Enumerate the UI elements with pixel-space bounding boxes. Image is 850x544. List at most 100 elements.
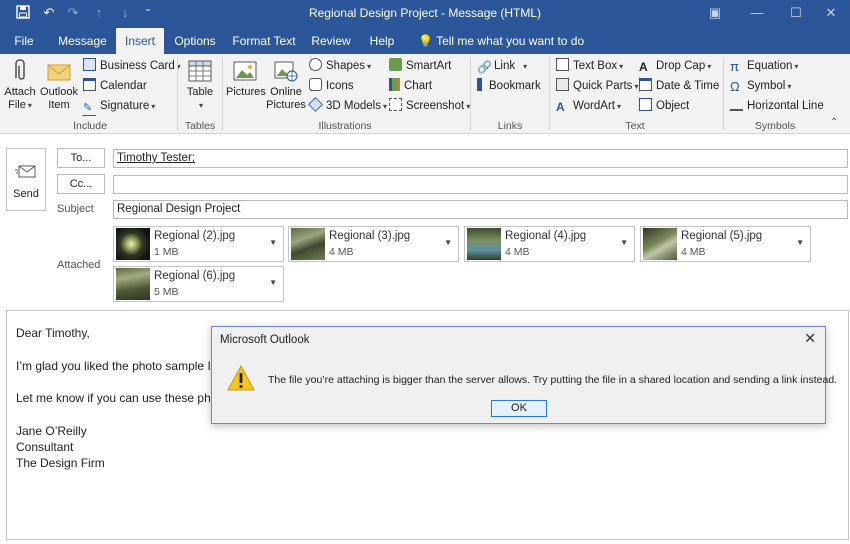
- date-time-button[interactable]: Date & Time: [639, 77, 719, 95]
- smartart-button[interactable]: SmartArt: [389, 57, 451, 75]
- ribbon-divider: [723, 58, 724, 130]
- business-card-button[interactable]: Business Card ▾: [83, 57, 181, 75]
- attach-file-button[interactable]: Attach File ▾: [3, 58, 37, 112]
- attachment-item[interactable]: Regional (3).jpg 4 MB ▼: [288, 226, 459, 262]
- quick-parts-icon: [556, 78, 569, 91]
- tab-help[interactable]: Help: [364, 28, 400, 54]
- paperclip-icon: [15, 59, 25, 80]
- tab-insert[interactable]: Insert: [116, 28, 164, 54]
- online-pictures-icon: [274, 61, 298, 82]
- text-box-button[interactable]: Text Box ▾: [556, 57, 623, 75]
- restore-ribbon-icon[interactable]: ▣: [692, 0, 738, 28]
- lightbulb-icon: 💡: [418, 34, 433, 48]
- chevron-down-icon[interactable]: ▼: [620, 238, 628, 247]
- tab-options[interactable]: Options: [170, 28, 220, 54]
- tell-me-text: Tell me what you want to do: [436, 34, 585, 48]
- image-thumbnail: [116, 228, 150, 260]
- calendar-icon: [83, 78, 96, 91]
- attachment-item[interactable]: Regional (5).jpg 4 MB ▼: [640, 226, 811, 262]
- shapes-icon: [309, 58, 322, 71]
- title-bar: ↶ ↷ ↑ ↓ ⁼ Regional Design Project - Mess…: [0, 0, 850, 28]
- attachment-item[interactable]: Regional (2).jpg 1 MB ▼: [113, 226, 284, 262]
- collapse-ribbon-icon[interactable]: ⌃: [830, 117, 838, 128]
- ribbon-tabs: File Message Insert Options Format Text …: [0, 28, 850, 54]
- calendar-button[interactable]: Calendar: [83, 77, 147, 95]
- 3d-models-button[interactable]: 3D Models ▾: [308, 97, 387, 115]
- wordart-icon: A: [556, 100, 565, 114]
- body-line: Jane O’Reilly: [16, 424, 87, 438]
- to-field[interactable]: Timothy Tester;: [113, 149, 848, 168]
- ribbon-divider: [222, 58, 223, 130]
- drop-cap-button[interactable]: A Drop Cap ▾: [639, 57, 711, 75]
- link-button[interactable]: 🔗 Link ▾: [477, 57, 527, 75]
- outlook-item-button[interactable]: Outlook Item: [39, 58, 79, 112]
- close-window-button[interactable]: ✕: [808, 0, 850, 28]
- business-card-icon: [83, 58, 96, 71]
- symbol-button[interactable]: Ω Symbol ▾: [730, 77, 791, 95]
- to-button[interactable]: To...: [57, 148, 105, 168]
- tab-file[interactable]: File: [8, 28, 40, 54]
- pictures-icon: [233, 61, 257, 81]
- ribbon-divider: [470, 58, 471, 130]
- send-envelope-icon: [15, 165, 36, 178]
- object-icon: [639, 98, 652, 111]
- signature-button[interactable]: ✎ Signature ▾: [83, 97, 155, 116]
- signature-pen-icon: ✎: [83, 103, 96, 116]
- object-button[interactable]: Object: [639, 97, 689, 115]
- outlook-message-window: ↶ ↷ ↑ ↓ ⁼ Regional Design Project - Mess…: [0, 0, 850, 544]
- close-icon[interactable]: ✕: [804, 330, 816, 347]
- screenshot-icon: [389, 98, 402, 111]
- pictures-button[interactable]: Pictures: [226, 58, 266, 99]
- horizontal-line-button[interactable]: Horizontal Line: [730, 97, 824, 115]
- group-label-tables: Tables: [184, 120, 216, 132]
- equation-button[interactable]: π Equation ▾: [730, 57, 798, 75]
- tab-format-text[interactable]: Format Text: [229, 28, 299, 54]
- icons-icon: [309, 78, 322, 91]
- cube-icon: [308, 97, 323, 112]
- chevron-down-icon[interactable]: ▼: [444, 238, 452, 247]
- shapes-button[interactable]: Shapes ▾: [309, 57, 371, 75]
- body-line: I’m glad you liked the photo sample I s: [16, 359, 221, 373]
- attachment-item[interactable]: Regional (6).jpg 5 MB ▼: [113, 266, 284, 302]
- ribbon: Attach File ▾ Outlook Item Business Card ▾…: [0, 54, 850, 134]
- chart-button[interactable]: Chart: [389, 77, 432, 95]
- tell-me-box[interactable]: 💡 Tell me what you want to do: [418, 28, 584, 54]
- drop-cap-icon: A: [639, 60, 648, 74]
- quick-parts-button[interactable]: Quick Parts ▾: [556, 77, 638, 95]
- chevron-down-icon[interactable]: ▼: [269, 278, 277, 287]
- group-label-links: Links: [497, 120, 523, 132]
- subject-field[interactable]: Regional Design Project: [113, 200, 848, 219]
- chart-icon: [389, 78, 400, 91]
- body-line: Dear Timothy,: [16, 326, 90, 340]
- send-button[interactable]: Send: [6, 148, 46, 211]
- tab-review[interactable]: Review: [308, 28, 354, 54]
- error-dialog: Microsoft Outlook ✕ The file you’re atta…: [211, 326, 837, 424]
- screenshot-button[interactable]: Screenshot ▾: [389, 97, 470, 115]
- body-line: Let me know if you can use these phot: [16, 391, 221, 405]
- image-thumbnail: [643, 228, 677, 260]
- image-thumbnail: [291, 228, 325, 260]
- horizontal-line-icon: [730, 103, 743, 111]
- attachment-item[interactable]: Regional (4).jpg 4 MB ▼: [464, 226, 635, 262]
- tab-message[interactable]: Message: [55, 28, 110, 54]
- chevron-down-icon[interactable]: ▼: [269, 238, 277, 247]
- icons-button[interactable]: Icons: [309, 77, 354, 95]
- link-icon: 🔗: [477, 60, 492, 74]
- dialog-body: The file you’re attaching is bigger than…: [212, 353, 837, 423]
- wordart-button[interactable]: A WordArt ▾: [556, 97, 621, 115]
- group-label-text: Text: [625, 120, 645, 132]
- chevron-down-icon[interactable]: ▼: [796, 238, 804, 247]
- ok-button[interactable]: OK: [491, 400, 547, 417]
- envelope-icon: [47, 64, 71, 81]
- group-label-symbols: Symbols: [754, 120, 796, 132]
- table-icon: [188, 60, 212, 82]
- table-button[interactable]: Table ▾: [183, 58, 217, 112]
- cc-field[interactable]: [113, 175, 848, 194]
- bookmark-button[interactable]: Bookmark: [477, 77, 541, 95]
- recipient-chip[interactable]: Timothy Tester;: [117, 152, 195, 164]
- online-pictures-button[interactable]: Online Pictures: [266, 58, 306, 112]
- pi-icon: π: [730, 59, 739, 74]
- smartart-icon: [389, 58, 402, 71]
- cc-button[interactable]: Cc...: [57, 174, 105, 194]
- ribbon-divider: [177, 58, 178, 130]
